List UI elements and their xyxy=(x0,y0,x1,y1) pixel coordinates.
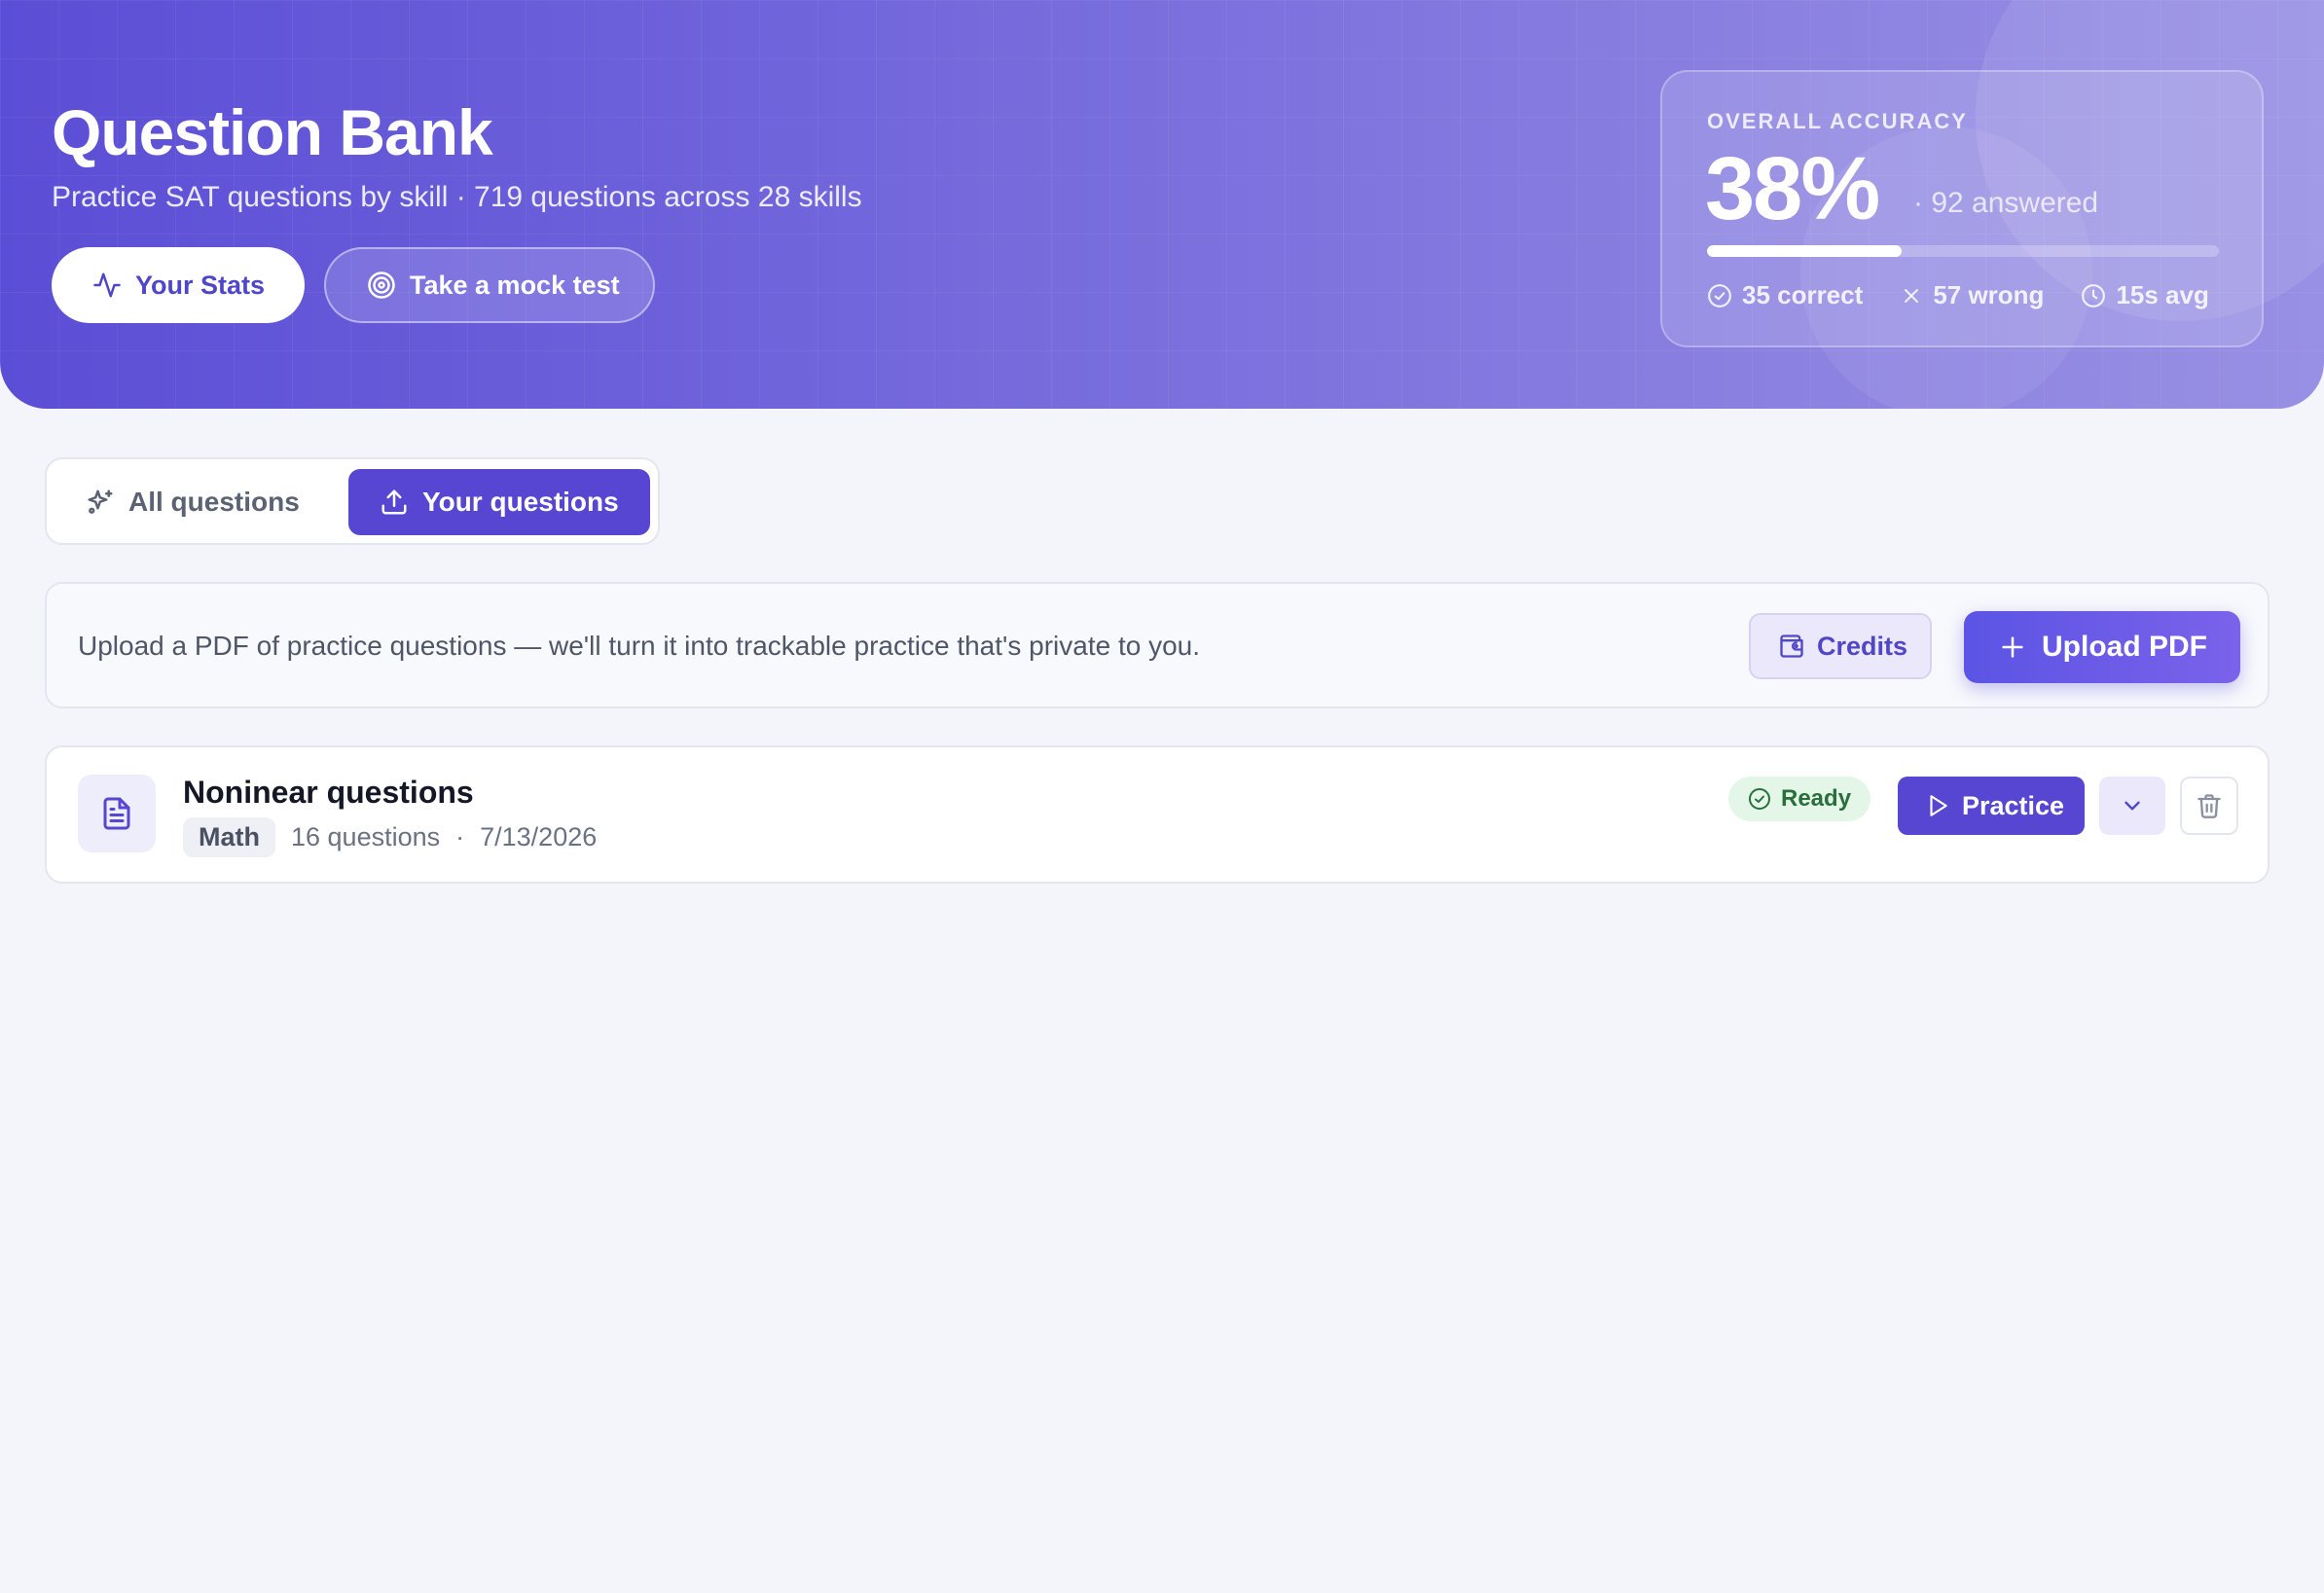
clock-icon xyxy=(2081,283,2106,308)
trash-icon xyxy=(2196,792,2223,819)
accuracy-label: OVERALL ACCURACY xyxy=(1707,109,1968,133)
check-circle-icon xyxy=(1707,283,1732,308)
practice-button[interactable]: Practice xyxy=(1898,777,2085,835)
delete-button[interactable] xyxy=(2180,777,2238,835)
meta-separator: · xyxy=(455,822,465,851)
upload-banner: Upload a PDF of practice questions — we'… xyxy=(45,582,2270,708)
upload-pdf-label: Upload PDF xyxy=(2042,631,2207,663)
mock-test-button[interactable]: Take a mock test xyxy=(324,247,655,323)
tab-all-questions[interactable]: All questions xyxy=(86,469,300,535)
file-text-icon xyxy=(78,775,156,852)
credits-label: Credits xyxy=(1817,631,1908,661)
practice-label: Practice xyxy=(1962,790,2065,820)
wallet-icon xyxy=(1778,633,1805,660)
status-label: Ready xyxy=(1781,785,1852,812)
tab-your-questions[interactable]: Your questions xyxy=(348,469,650,535)
accuracy-card: OVERALL ACCURACY 38% · 92 answered 35 co… xyxy=(1660,70,2264,347)
answered-count: · 92 answered xyxy=(1913,187,2099,219)
mock-test-label: Take a mock test xyxy=(410,270,620,300)
plus-icon xyxy=(1999,634,2026,661)
avg-time: 15s avg xyxy=(2116,280,2209,309)
check-circle-icon xyxy=(1748,787,1771,811)
sparkles-icon xyxy=(86,488,115,517)
tab-all-label: All questions xyxy=(128,487,300,517)
activity-icon xyxy=(92,271,122,300)
question-tabs: All questions Your questions xyxy=(45,457,660,545)
document-date: 7/13/2026 xyxy=(480,822,598,851)
status-badge: Ready xyxy=(1728,777,1871,821)
accuracy-progress-bar xyxy=(1707,245,2219,257)
document-meta: Math 16 questions · 7/13/2026 xyxy=(183,817,597,857)
play-icon xyxy=(1925,793,1950,818)
accuracy-progress-fill xyxy=(1707,245,1902,257)
question-count: 16 questions xyxy=(291,822,441,851)
upload-icon xyxy=(380,488,409,517)
tab-yours-label: Your questions xyxy=(422,487,619,517)
wrong-count: 57 wrong xyxy=(1933,280,2045,309)
hero-header: Question Bank Practice SAT questions by … xyxy=(0,0,2324,409)
x-icon xyxy=(1900,284,1923,308)
target-icon xyxy=(367,271,396,300)
document-card[interactable]: Noninear questions Math 16 questions · 7… xyxy=(45,745,2270,884)
upload-description: Upload a PDF of practice questions — we'… xyxy=(78,631,1201,661)
upload-pdf-button[interactable]: Upload PDF xyxy=(1964,611,2240,683)
your-stats-label: Your Stats xyxy=(135,270,266,300)
correct-stat: 35 correct xyxy=(1707,280,1863,310)
credits-button[interactable]: Credits xyxy=(1749,613,1932,679)
accuracy-stats: 35 correct 57 wrong 15s avg xyxy=(1707,280,2209,310)
expand-button[interactable] xyxy=(2099,777,2165,835)
avg-time-stat: 15s avg xyxy=(2081,280,2209,310)
wrong-stat: 57 wrong xyxy=(1900,280,2044,310)
subject-tag: Math xyxy=(183,817,275,857)
page-subtitle: Practice SAT questions by skill · 719 qu… xyxy=(52,181,862,213)
accuracy-percent: 38% xyxy=(1705,139,1880,238)
chevron-down-icon xyxy=(2120,793,2145,818)
your-stats-button[interactable]: Your Stats xyxy=(52,247,305,323)
page-title: Question Bank xyxy=(52,96,493,168)
correct-count: 35 correct xyxy=(1742,280,1864,309)
document-title: Noninear questions xyxy=(183,775,474,810)
